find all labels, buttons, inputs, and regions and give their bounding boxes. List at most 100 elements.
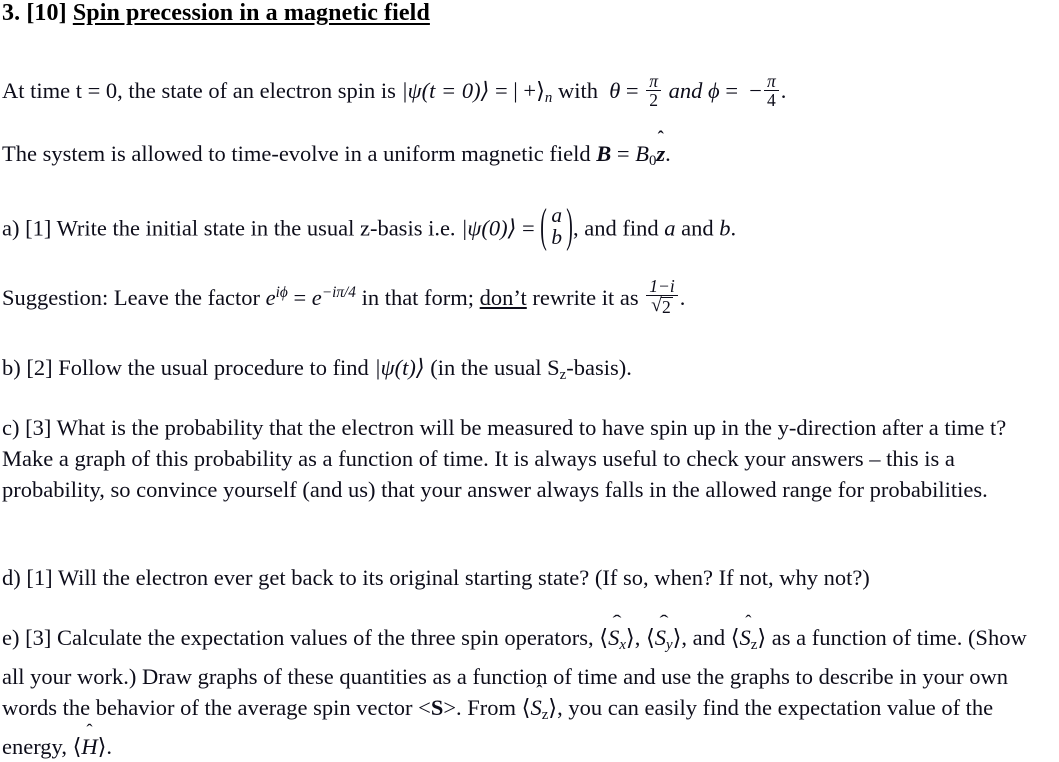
part-e-text-after: . From — [456, 695, 522, 721]
field-B0-symbol: B — [635, 141, 649, 166]
subscript-y: y — [665, 637, 673, 654]
S-symbol-z: S — [739, 625, 751, 650]
psi-zero-ket: |ψ(0)⟩ — [461, 215, 517, 241]
ket-plus-n: | +⟩n — [513, 77, 552, 106]
intro-line1-period: . — [780, 77, 787, 103]
operator-S-y: ̂Sy — [655, 622, 673, 661]
problem-points: [10] — [26, 0, 67, 26]
part-d-points: [1] — [26, 565, 53, 590]
vector-paren-right: ) — [566, 198, 573, 253]
suggestion-middle: in that form; — [355, 284, 480, 310]
angle-bracket-close-sz: ⟩ — [757, 625, 767, 650]
theta-denominator: 2 — [649, 90, 659, 111]
expectation-H: ⟨̂H⟩ — [73, 734, 107, 759]
S-symbol-y: S — [654, 625, 666, 650]
suggestion-lead: Suggestion: Leave the factor — [2, 284, 266, 310]
coefficient-b-symbol: b — [719, 215, 731, 241]
phi-denominator: 4 — [766, 90, 776, 111]
operator-S-z-second: ̂Sz — [530, 692, 548, 731]
page-title: 3. [10] Spin precession in a magnetic fi… — [2, 0, 430, 27]
expectation-Sx: ⟨̂Sx⟩ — [599, 625, 635, 653]
radicand-2: 2 — [660, 297, 673, 318]
document-page: 3. [10] Spin precession in a magnetic fi… — [0, 0, 1059, 759]
theta-numerator: π — [646, 72, 662, 92]
e-exponent-minus-ipi4: −iπ/4 — [321, 284, 356, 301]
z-hat-unit-vector: ̂z — [656, 138, 665, 169]
theta-symbol: θ — [609, 77, 621, 103]
part-b-points: [2] — [26, 355, 53, 380]
subscript-z: z — [750, 637, 758, 654]
psi-initial-ket: |ψ(t = 0)⟩ — [401, 77, 490, 103]
part-e-label: e) — [2, 625, 20, 650]
psi-t-ket: |ψ(t)⟩ — [374, 355, 425, 380]
subscript-z2: z — [541, 707, 549, 724]
suggestion-after: rewrite it as — [526, 284, 645, 310]
operator-S-x: ̂Sx — [608, 622, 626, 661]
column-vector-ab: (a b) — [540, 198, 573, 253]
field-magnitude-B0: B0 — [635, 141, 656, 169]
problem-title: Spin precession in a magnetic field — [72, 0, 430, 26]
ket-plus-symbol: | +⟩ — [513, 77, 545, 103]
part-b-text-before: Follow the usual procedure to find — [58, 355, 375, 380]
angle-bracket-open-sz2: ⟨ — [521, 695, 531, 721]
phi-symbol: ϕ — [708, 77, 720, 103]
vector-component-b: b — [551, 225, 563, 250]
operator-S-z: ̂Sz — [740, 622, 758, 661]
part-a-label: a) — [2, 215, 20, 241]
intro-lead-text: At time t = 0, the state of an electron … — [2, 77, 402, 103]
expectation-Sz: ⟨̂Sz⟩ — [730, 625, 767, 653]
dont-emphasis: don’t — [479, 284, 527, 310]
part-a-text-after: , and find — [573, 215, 665, 241]
operator-H: ̂H — [81, 731, 97, 762]
part-c-text: What is the probability that the electro… — [2, 415, 1007, 502]
e-symbol-2: e — [311, 284, 322, 310]
equals-sign-suggestion: = — [287, 284, 312, 310]
angle-bracket-open-sz: ⟨ — [730, 625, 740, 650]
vector-paren-left: ( — [540, 198, 548, 253]
angle-bracket-close-sx: ⟩ — [625, 625, 635, 650]
part-d: d) [1] Will the electron ever get back t… — [2, 562, 1057, 593]
part-e-period: . — [106, 734, 113, 760]
z-symbol: z — [656, 141, 666, 166]
part-b-text-after: -basis). — [566, 355, 632, 380]
and-word-italic: and — [668, 77, 703, 103]
part-e-text-before: Calculate the expectation values of the … — [56, 625, 600, 650]
angle-bracket-open-sx: ⟨ — [599, 625, 609, 650]
part-b-label: b) — [2, 355, 21, 380]
suggestion-line: Suggestion: Leave the factor eiϕ = e−iπ/… — [2, 277, 1057, 317]
vector-component-a: a — [551, 203, 563, 227]
part-e-sep-2: , and — [681, 625, 731, 650]
radical-sign-icon: √ — [651, 294, 662, 317]
avg-spin-S-bold: S — [430, 695, 444, 721]
minus-sign-phi: − — [749, 77, 762, 103]
equals-sign-field: = — [611, 141, 636, 166]
equals-sign-a: = — [516, 215, 541, 241]
angle-bracket-open-sy: ⟨ — [645, 625, 655, 650]
square-root: √ 2 — [651, 294, 673, 318]
part-c-label: c) — [2, 415, 20, 440]
equals-sign-phi: = — [719, 77, 744, 103]
part-c: c) [3] What is the probability that the … — [2, 412, 1022, 505]
intro-line2-period: . — [665, 141, 671, 166]
exponential-e-iphi: eiϕ — [266, 284, 288, 310]
part-a-points: [1] — [25, 215, 52, 241]
angle-open-plain: < — [418, 695, 431, 721]
part-d-label: d) — [2, 565, 21, 590]
fraction-denominator-sqrt2: √ 2 — [646, 294, 677, 318]
part-a: a) [1] Write the initial state in the us… — [2, 198, 1057, 253]
expectation-Sz-second: ⟨̂Sz⟩ — [521, 695, 557, 723]
expectation-Sy: ⟨̂Sy⟩ — [645, 625, 681, 653]
coefficient-a-symbol: a — [664, 215, 676, 241]
field-lead-text: The system is allowed to time-evolve in … — [2, 141, 597, 166]
equals-sign-1: = — [489, 77, 514, 103]
phi-numerator: π — [763, 72, 779, 92]
part-e: e) [3] Calculate the expectation values … — [2, 622, 1054, 762]
part-a-and: and — [675, 215, 720, 241]
S-symbol-z2: S — [530, 695, 542, 721]
H-symbol: H — [81, 734, 98, 760]
part-a-text-before: Write the initial state in the usual z-b… — [56, 215, 462, 241]
part-a-period: . — [730, 215, 737, 241]
suggestion-period: . — [679, 284, 686, 310]
subscript-x: x — [619, 637, 626, 654]
S-symbol-x: S — [608, 625, 620, 650]
